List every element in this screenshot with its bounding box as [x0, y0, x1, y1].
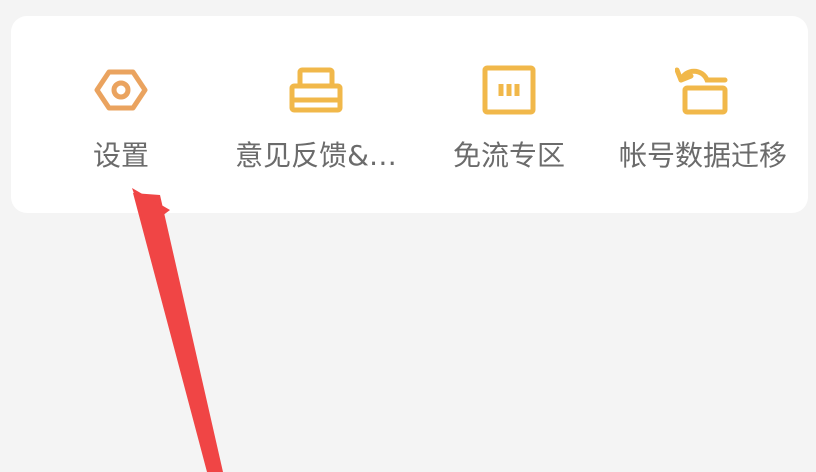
data-free-shortcut[interactable]: 免流专区 [409, 16, 609, 213]
settings-label: 设置 [92, 139, 149, 172]
shortcut-card: 设置 意见反馈&… 免流专区 帐号数据迁移 [11, 16, 808, 213]
feedback-label: 意见反馈&… [235, 139, 397, 172]
feedback-tray-icon [288, 62, 344, 118]
settings-shortcut[interactable]: 设置 [21, 16, 221, 213]
account-migration-shortcut[interactable]: 帐号数据迁移 [603, 16, 803, 213]
data-free-zone-icon [481, 62, 537, 118]
account-migration-icon [675, 62, 731, 118]
data-free-label: 免流专区 [452, 139, 565, 172]
account-migration-label: 帐号数据迁移 [618, 139, 787, 172]
feedback-shortcut[interactable]: 意见反馈&… [216, 16, 416, 213]
settings-hexagon-icon [93, 62, 149, 118]
